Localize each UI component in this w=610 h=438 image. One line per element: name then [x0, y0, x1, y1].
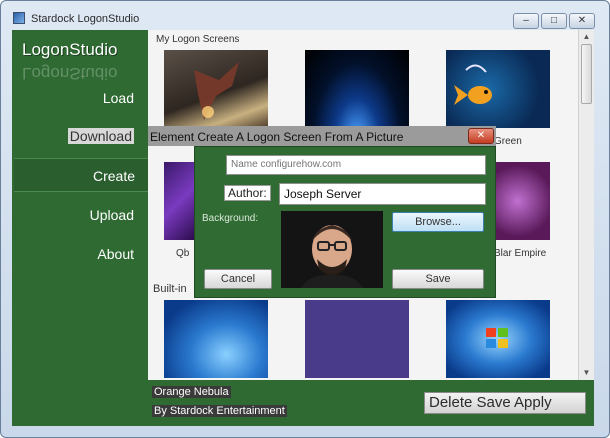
scroll-down-arrow-icon[interactable]: ▼	[579, 366, 594, 380]
thumbnail-empire[interactable]	[496, 162, 550, 240]
title-bar[interactable]: Stardock LogonStudio – □ ✕	[1, 1, 609, 29]
sidebar-item-load[interactable]: Load	[103, 90, 134, 106]
minimize-button[interactable]: –	[513, 13, 539, 29]
fish-art	[454, 64, 492, 105]
sidebar-item-download[interactable]: Download	[67, 128, 134, 144]
cancel-button[interactable]: Cancel	[204, 269, 272, 289]
brand-logo: LogonStudio	[22, 40, 118, 59]
built-in-label: Built-in	[153, 283, 187, 295]
my-logon-screens-label: My Logon Screens	[156, 34, 240, 45]
portrait-image	[281, 211, 383, 288]
thumbnail-caption-empire: Blar Empire	[494, 248, 547, 259]
dialog-title: Element Create A Logon Screen From A Pic…	[150, 130, 404, 144]
sidebar-item-create[interactable]: Create	[14, 158, 150, 192]
thumbnail-qbyte[interactable]	[164, 162, 196, 240]
scroll-up-arrow-icon[interactable]: ▲	[579, 30, 594, 44]
save-button[interactable]: Save	[392, 269, 484, 289]
thumbnail-scrollbar[interactable]: ▲ ▼	[578, 30, 594, 380]
sidebar: LogonStudio LogonStudio Load Download Cr…	[12, 30, 150, 426]
background-preview-image	[281, 211, 383, 288]
thumbnail-caption-qbyte: Qb	[176, 248, 190, 259]
sidebar-item-about[interactable]: About	[97, 246, 134, 262]
delete-save-apply-buttons[interactable]: Delete Save Apply	[424, 392, 586, 414]
sidebar-item-upload[interactable]: Upload	[90, 207, 134, 223]
windows-logo-icon	[486, 328, 508, 348]
brand-reflection: LogonStudio	[22, 64, 118, 83]
selected-theme-author: By Stardock Entertainment	[152, 405, 287, 417]
app-icon	[13, 12, 25, 24]
browse-button[interactable]: Browse...	[392, 212, 484, 232]
maximize-button[interactable]: □	[541, 13, 567, 29]
dragon-art	[194, 62, 239, 120]
thumbnail-earth[interactable]	[305, 50, 409, 128]
thumbnail-windows7-a[interactable]	[164, 300, 268, 378]
dialog-close-button[interactable]: ✕	[468, 128, 494, 144]
author-field[interactable]: Joseph Server	[279, 183, 486, 205]
thumbnail-windows7-b[interactable]	[446, 300, 550, 378]
background-label: Background:	[202, 213, 259, 224]
author-label: Author:	[224, 185, 271, 201]
thumbnail-dragon[interactable]	[164, 50, 268, 128]
window-title: Stardock LogonStudio	[31, 13, 140, 25]
thumbnail-caption-green: Green	[494, 136, 522, 147]
thumbnail-fish[interactable]	[446, 50, 550, 128]
thumbnail-purple[interactable]	[305, 300, 409, 378]
selected-theme-name: Orange Nebula	[152, 386, 231, 398]
name-field[interactable]	[226, 155, 486, 175]
close-button[interactable]: ✕	[569, 13, 595, 29]
scrollbar-thumb[interactable]	[581, 44, 592, 104]
